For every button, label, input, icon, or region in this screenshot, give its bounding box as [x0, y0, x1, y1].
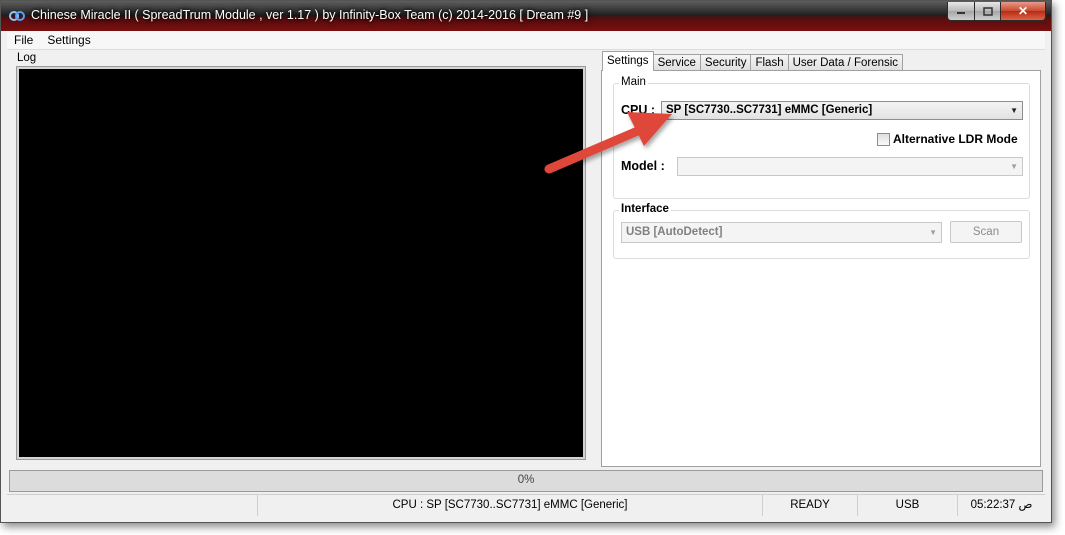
status-time: 05:22:37 ص [957, 495, 1045, 516]
minimize-icon [957, 12, 965, 14]
status-bar: CPU : SP [SC7730..SC7731] eMMC [Generic]… [7, 494, 1045, 516]
chevron-down-icon: ▼ [1010, 106, 1018, 115]
settings-panel: Main CPU : SP [SC7730..SC7731] eMMC [Gen… [601, 70, 1041, 467]
tab-flash[interactable]: Flash [750, 54, 789, 71]
title-bar[interactable]: Chinese Miracle II ( SpreadTrum Module ,… [1, 1, 1051, 31]
interface-group-title: Interface [619, 203, 671, 215]
tab-service[interactable]: Service [652, 54, 701, 71]
maximize-icon [982, 6, 993, 16]
main-group: Main CPU : SP [SC7730..SC7731] eMMC [Gen… [613, 76, 1030, 199]
main-group-title: Main [619, 76, 648, 88]
interface-select[interactable]: USB [AutoDetect] ▼ [621, 222, 942, 243]
progress-text: 0% [517, 474, 535, 486]
status-cpu: CPU : SP [SC7730..SC7731] eMMC [Generic] [257, 495, 762, 516]
infinity-icon [9, 11, 25, 21]
menu-file[interactable]: File [7, 33, 40, 47]
chevron-down-icon: ▼ [1010, 162, 1018, 171]
log-label: Log [17, 52, 37, 64]
interface-select-value: USB [AutoDetect] [626, 226, 723, 238]
menu-bar: File Settings [7, 31, 1045, 50]
close-button[interactable]: ✕ [1001, 2, 1046, 21]
model-label: Model : [621, 159, 665, 173]
scan-button[interactable]: Scan [950, 221, 1022, 243]
interface-group: Interface USB [AutoDetect] ▼ Scan [613, 203, 1030, 259]
tab-strip: Settings Service Security Flash User Dat… [602, 51, 904, 71]
tab-security[interactable]: Security [699, 54, 752, 71]
close-icon: ✕ [1017, 4, 1029, 18]
progress-bar: 0% [9, 470, 1043, 492]
status-state: READY [762, 495, 857, 516]
minimize-button[interactable] [947, 2, 975, 21]
tab-user-data-forensic[interactable]: User Data / Forensic [787, 54, 904, 71]
cpu-select-value: SP [SC7730..SC7731] eMMC [Generic] [666, 104, 873, 116]
menu-settings[interactable]: Settings [40, 33, 97, 47]
chevron-down-icon: ▼ [929, 228, 937, 237]
alt-ldr-label: Alternative LDR Mode [893, 132, 1018, 146]
cpu-select[interactable]: SP [SC7730..SC7731] eMMC [Generic] ▼ [661, 101, 1023, 120]
status-connection: USB [857, 495, 957, 516]
tab-settings[interactable]: Settings [602, 51, 654, 71]
log-output[interactable] [16, 66, 586, 460]
cpu-label: CPU : [621, 103, 656, 117]
alt-ldr-checkbox[interactable] [877, 133, 890, 146]
maximize-button[interactable] [975, 2, 1001, 21]
app-window: Chinese Miracle II ( SpreadTrum Module ,… [0, 0, 1052, 523]
model-select[interactable]: ▼ [677, 157, 1023, 176]
caption-buttons: ✕ [947, 2, 1046, 21]
window-title: Chinese Miracle II ( SpreadTrum Module ,… [31, 8, 589, 22]
